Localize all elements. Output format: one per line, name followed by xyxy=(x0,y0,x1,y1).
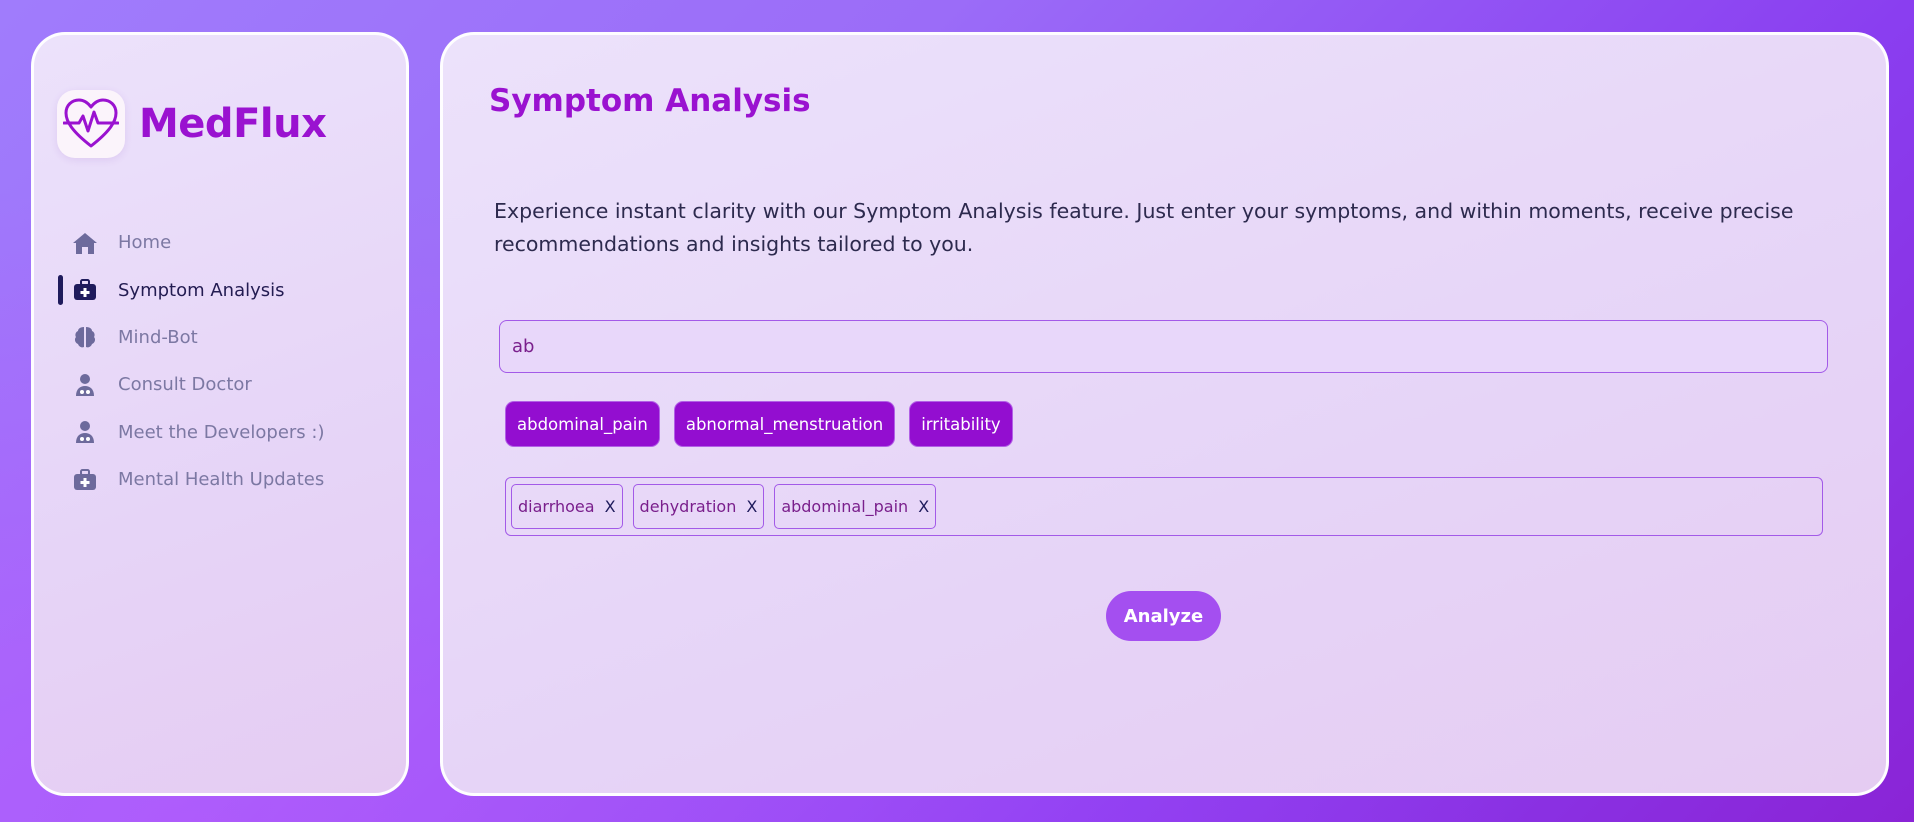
brand-name: MedFlux xyxy=(139,101,327,147)
sidebar-nav: Home Symptom Analysis Mind-Bot Consult D… xyxy=(34,219,406,503)
doctor-icon xyxy=(72,372,98,398)
sidebar-item-label: Meet the Developers :) xyxy=(118,421,325,443)
remove-chip-button[interactable]: X xyxy=(746,497,757,516)
page-description: Experience instant clarity with our Symp… xyxy=(494,199,1794,256)
brand[interactable]: MedFlux xyxy=(57,90,327,158)
symptom-chip: abdominal_pain X xyxy=(774,484,937,529)
home-icon xyxy=(72,230,98,256)
sidebar-item-label: Symptom Analysis xyxy=(118,279,285,301)
medical-kit-icon xyxy=(72,467,98,493)
remove-chip-button[interactable]: X xyxy=(605,497,616,516)
symptom-chip: diarrhoea X xyxy=(511,484,623,529)
page-title: Symptom Analysis xyxy=(489,83,811,119)
sidebar-item-meet-developers[interactable]: Meet the Developers :) xyxy=(34,409,406,456)
brain-icon xyxy=(72,324,98,350)
sidebar-item-label: Mind-Bot xyxy=(118,326,198,348)
main-panel: Symptom Analysis Experience instant clar… xyxy=(440,32,1889,796)
suggestion-item[interactable]: irritability xyxy=(909,401,1013,447)
sidebar-item-mind-bot[interactable]: Mind-Bot xyxy=(34,314,406,361)
selected-symptoms: diarrhoea X dehydration X abdominal_pain… xyxy=(505,477,1823,536)
symptom-chip-label: diarrhoea xyxy=(518,497,595,516)
remove-chip-button[interactable]: X xyxy=(918,497,929,516)
heart-pulse-icon xyxy=(57,90,125,158)
suggestion-item[interactable]: abnormal_menstruation xyxy=(673,401,896,447)
sidebar-item-home[interactable]: Home xyxy=(34,219,406,266)
symptom-search-input[interactable] xyxy=(499,320,1828,373)
sidebar-item-label: Home xyxy=(118,232,172,254)
symptom-chip: dehydration X xyxy=(632,484,765,529)
sidebar-item-symptom-analysis[interactable]: Symptom Analysis xyxy=(34,266,406,313)
sidebar-item-label: Mental Health Updates xyxy=(118,469,325,491)
analyze-button[interactable]: Analyze xyxy=(1106,591,1221,641)
suggestion-list: abdominal_pain abnormal_menstruation irr… xyxy=(505,401,1013,447)
doctor-icon xyxy=(72,419,98,445)
sidebar-item-label: Consult Doctor xyxy=(118,374,252,396)
medical-kit-icon xyxy=(72,277,98,303)
symptom-chip-label: dehydration xyxy=(639,497,737,516)
sidebar-item-mental-health-updates[interactable]: Mental Health Updates xyxy=(34,456,406,503)
sidebar: MedFlux Home Symptom Analysis Mind-Bot C… xyxy=(31,32,409,796)
symptom-chip-label: abdominal_pain xyxy=(781,497,909,516)
sidebar-item-consult-doctor[interactable]: Consult Doctor xyxy=(34,361,406,408)
suggestion-item[interactable]: abdominal_pain xyxy=(505,401,660,447)
